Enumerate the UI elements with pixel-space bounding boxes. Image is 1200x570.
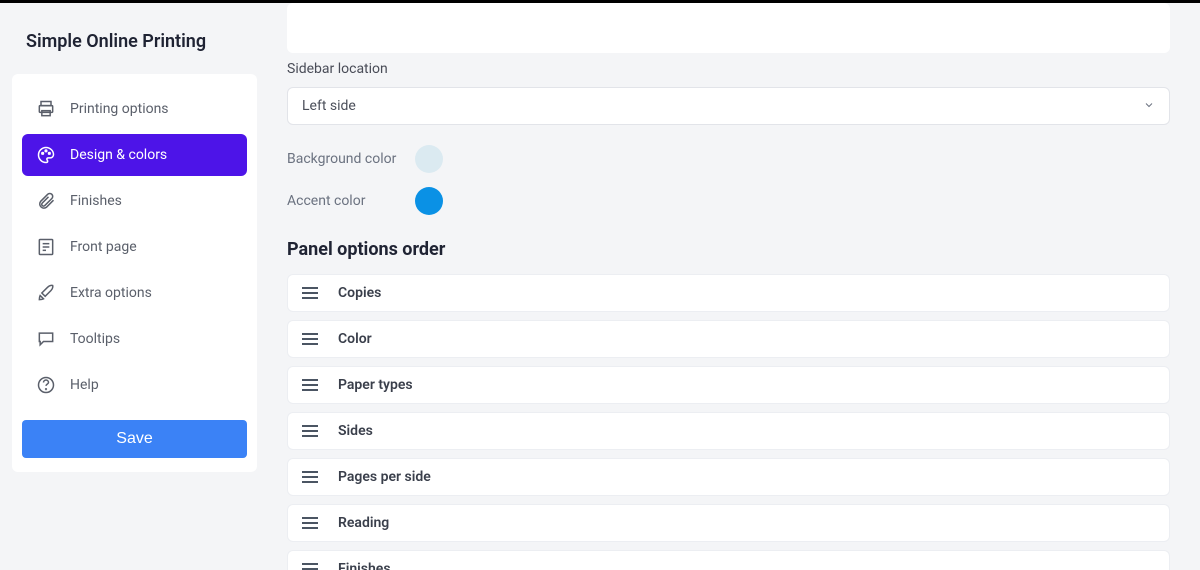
drag-handle-icon[interactable] — [302, 471, 318, 483]
sidebar-item-printing-options[interactable]: Printing options — [22, 88, 247, 130]
paperclip-icon — [36, 191, 56, 211]
sidebar-item-label: Extra options — [70, 285, 152, 301]
sidebar-item-finishes[interactable]: Finishes — [22, 180, 247, 222]
sidebar-item-label: Finishes — [70, 193, 122, 209]
panel-item[interactable]: Reading — [287, 504, 1170, 542]
chat-icon — [36, 329, 56, 349]
sidebar-item-label: Printing options — [70, 101, 169, 117]
drag-handle-icon[interactable] — [302, 333, 318, 345]
panel-item-label: Reading — [338, 515, 389, 531]
sidebar-item-label: Design & colors — [70, 147, 167, 163]
sidebar-item-front-page[interactable]: Front page — [22, 226, 247, 268]
panel-item[interactable]: Paper types — [287, 366, 1170, 404]
dropdown-value: Left side — [302, 98, 356, 114]
sidebar-location-dropdown[interactable]: Left side — [287, 87, 1170, 125]
panel-item[interactable]: Color — [287, 320, 1170, 358]
drag-handle-icon[interactable] — [302, 425, 318, 437]
sidebar: Simple Online Printing Printing options — [12, 3, 257, 570]
panel-item[interactable]: Finishes — [287, 550, 1170, 570]
drag-handle-icon[interactable] — [302, 379, 318, 391]
drag-handle-icon[interactable] — [302, 563, 318, 570]
sidebar-item-design-colors[interactable]: Design & colors — [22, 134, 247, 176]
rocket-icon — [36, 283, 56, 303]
panel-item[interactable]: Pages per side — [287, 458, 1170, 496]
save-button[interactable]: Save — [22, 420, 247, 458]
background-color-swatch[interactable] — [415, 145, 443, 173]
printer-icon — [36, 99, 56, 119]
main-content: Sidebar location Left side Background co… — [257, 3, 1200, 570]
palette-icon — [36, 145, 56, 165]
drag-handle-icon[interactable] — [302, 287, 318, 299]
drag-handle-icon[interactable] — [302, 517, 318, 529]
panel-item-label: Paper types — [338, 377, 413, 393]
panel-item[interactable]: Copies — [287, 274, 1170, 312]
help-icon — [36, 375, 56, 395]
sidebar-item-label: Help — [70, 377, 99, 393]
panel-item-label: Finishes — [338, 561, 391, 570]
panel-item-label: Color — [338, 331, 372, 347]
accent-color-row: Accent color — [287, 187, 1170, 215]
sidebar-item-label: Tooltips — [70, 331, 120, 347]
accent-color-label: Accent color — [287, 193, 397, 209]
panel-item[interactable]: Sides — [287, 412, 1170, 450]
page-icon — [36, 237, 56, 257]
background-color-row: Background color — [287, 145, 1170, 173]
accent-color-swatch[interactable] — [415, 187, 443, 215]
panel-item-label: Sides — [338, 423, 373, 439]
sidebar-item-label: Front page — [70, 239, 137, 255]
app-title: Simple Online Printing — [12, 3, 257, 74]
sidebar-item-help[interactable]: Help — [22, 364, 247, 406]
background-color-label: Background color — [287, 151, 397, 167]
main-card-top — [287, 3, 1170, 53]
sidebar-item-extra-options[interactable]: Extra options — [22, 272, 247, 314]
sidebar-item-tooltips[interactable]: Tooltips — [22, 318, 247, 360]
chevron-down-icon — [1143, 99, 1155, 114]
panel-item-label: Copies — [338, 285, 381, 301]
panel-item-label: Pages per side — [338, 469, 431, 485]
sidebar-nav: Printing options Design & colors Fi — [12, 74, 257, 472]
panel-options-title: Panel options order — [287, 239, 1170, 260]
panel-options-list: Copies Color Paper types Sides Pages per sid… — [287, 274, 1170, 570]
sidebar-location-label: Sidebar location — [287, 61, 1170, 77]
